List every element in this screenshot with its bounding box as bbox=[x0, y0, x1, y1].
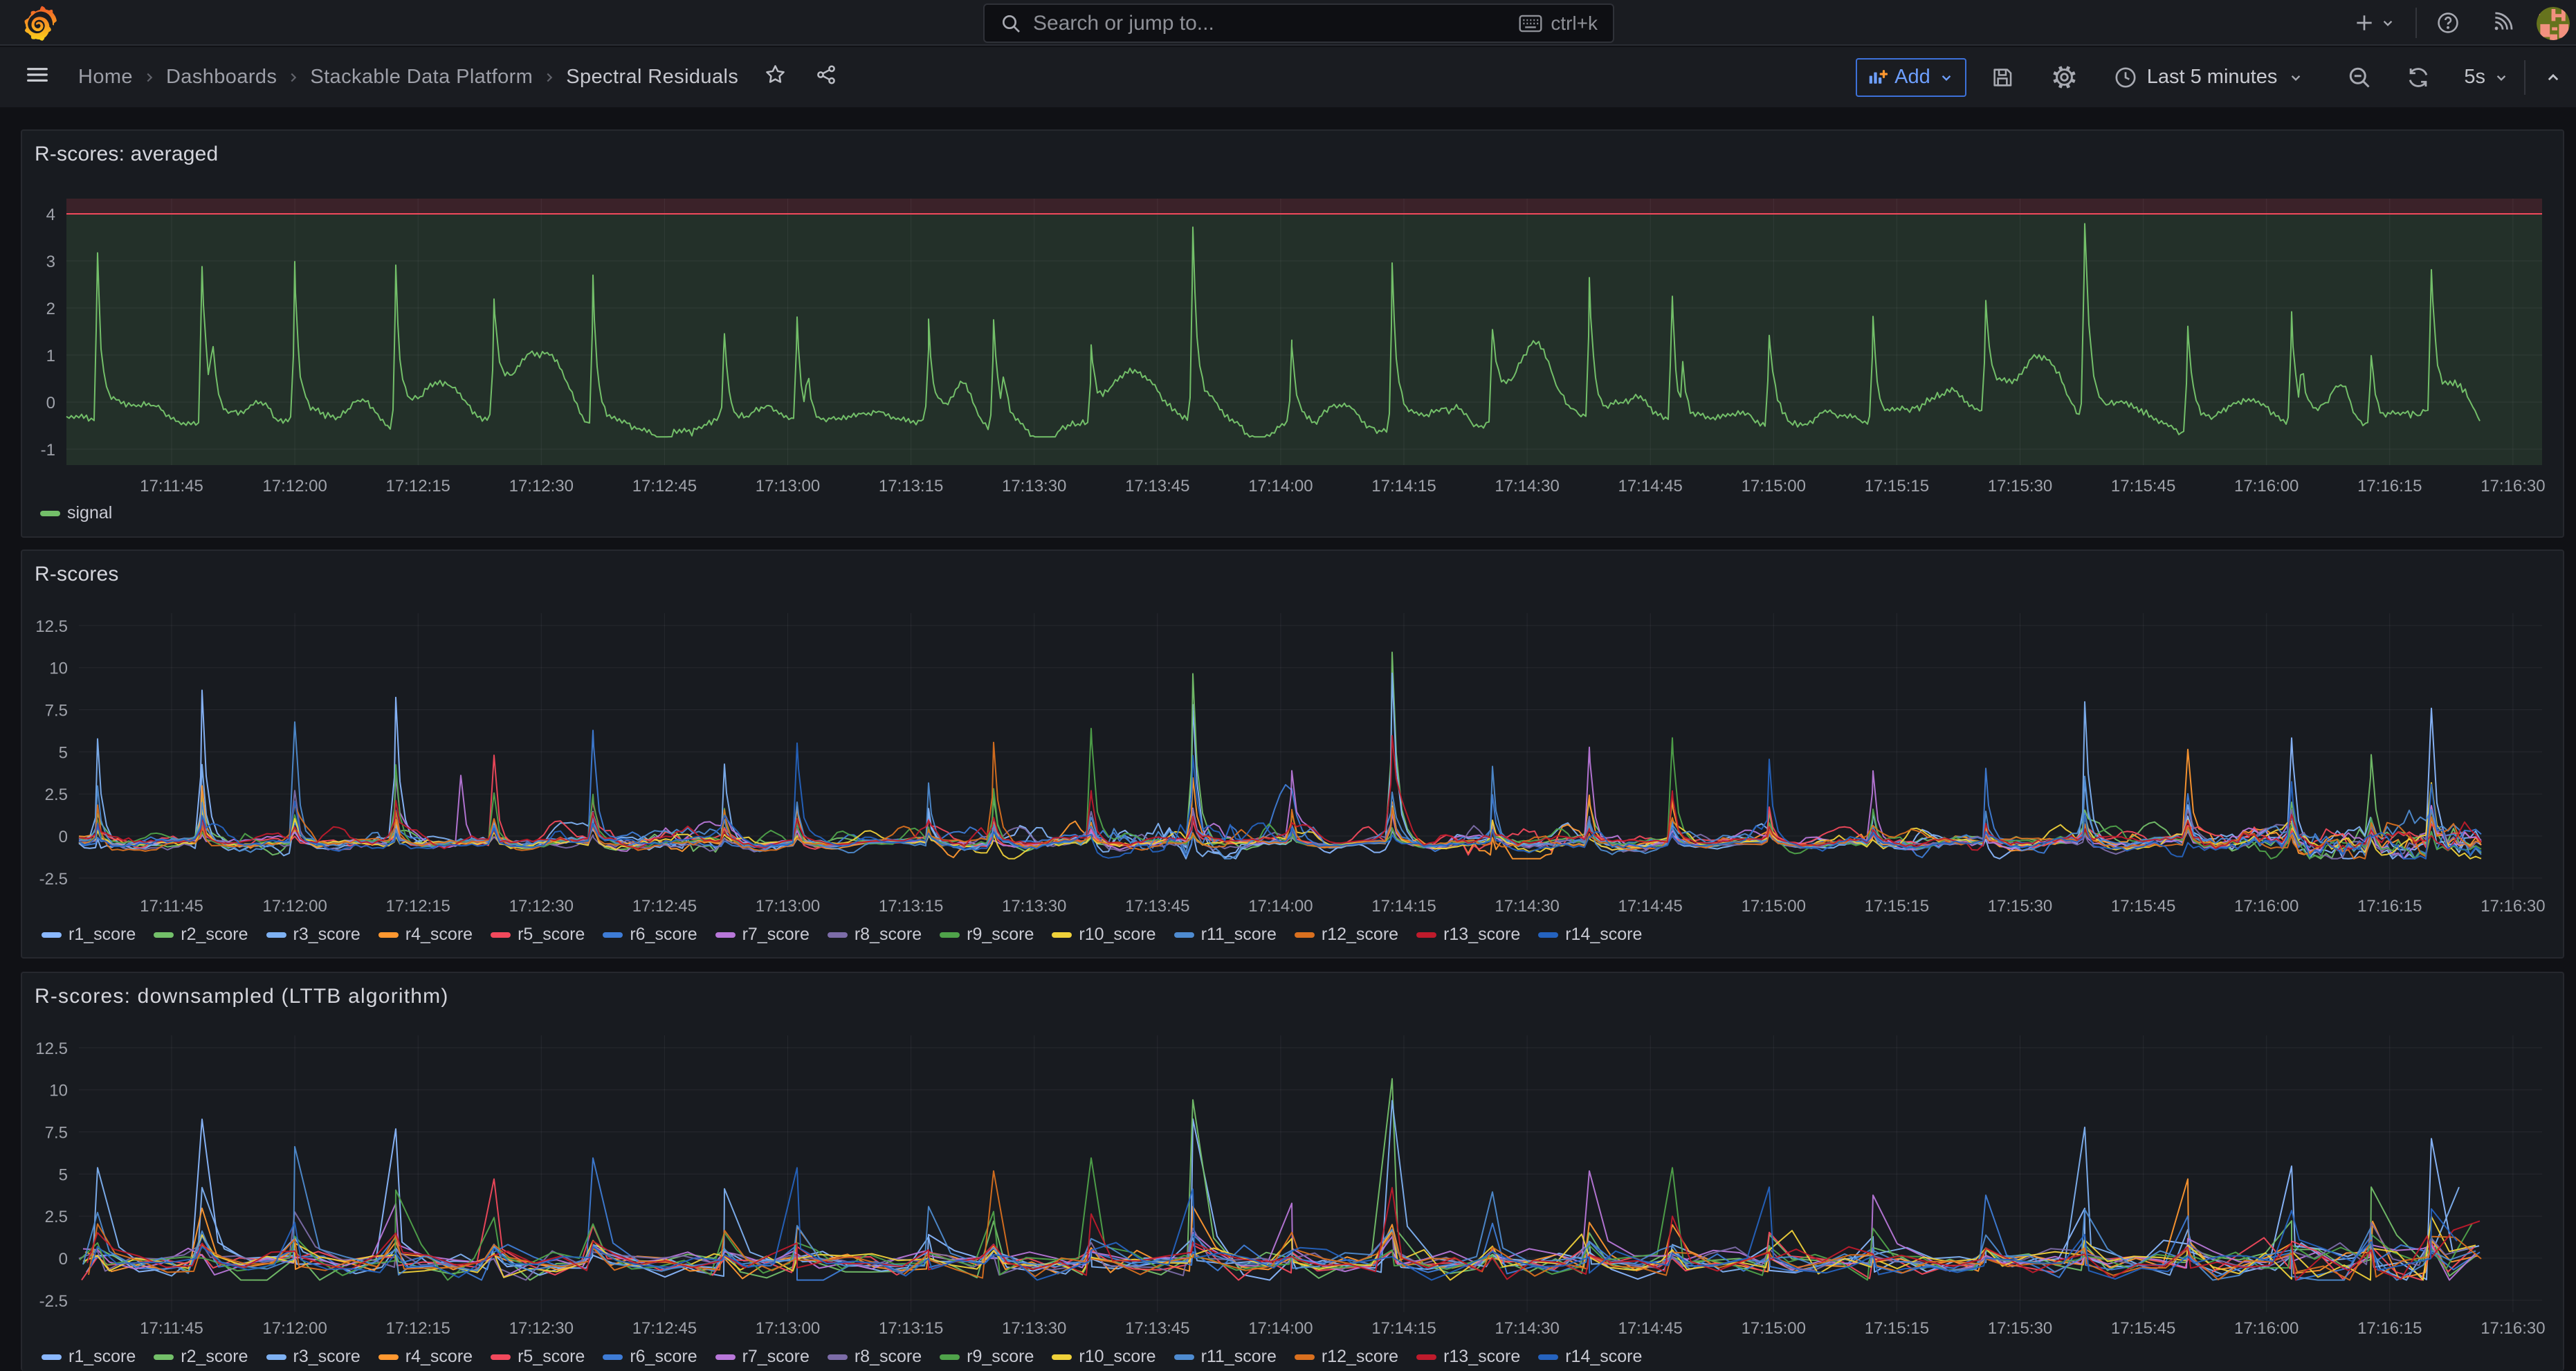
svg-text:17:13:30: 17:13:30 bbox=[1002, 897, 1066, 916]
svg-text:17:13:00: 17:13:00 bbox=[756, 477, 820, 496]
svg-text:-2.5: -2.5 bbox=[39, 1292, 68, 1311]
svg-text:17:16:30: 17:16:30 bbox=[2481, 897, 2545, 916]
svg-text:17:13:15: 17:13:15 bbox=[879, 1319, 943, 1338]
svg-text:17:14:30: 17:14:30 bbox=[1495, 477, 1559, 496]
svg-text:17:14:00: 17:14:00 bbox=[1248, 1319, 1313, 1338]
svg-text:7.5: 7.5 bbox=[45, 702, 68, 720]
svg-text:17:15:30: 17:15:30 bbox=[1988, 477, 2052, 496]
svg-text:17:16:30: 17:16:30 bbox=[2481, 477, 2545, 496]
svg-text:17:14:15: 17:14:15 bbox=[1371, 1319, 1436, 1338]
svg-text:17:12:15: 17:12:15 bbox=[385, 1319, 450, 1338]
svg-text:17:15:30: 17:15:30 bbox=[1988, 897, 2052, 916]
svg-text:17:12:00: 17:12:00 bbox=[262, 1319, 327, 1338]
svg-text:17:14:15: 17:14:15 bbox=[1371, 897, 1436, 916]
svg-text:17:15:15: 17:15:15 bbox=[1865, 1319, 1929, 1338]
svg-text:17:13:15: 17:13:15 bbox=[879, 897, 943, 916]
svg-text:17:15:15: 17:15:15 bbox=[1865, 477, 1929, 496]
svg-text:17:13:00: 17:13:00 bbox=[756, 1319, 820, 1338]
svg-text:17:14:45: 17:14:45 bbox=[1618, 897, 1682, 916]
svg-text:17:16:30: 17:16:30 bbox=[2481, 1319, 2545, 1338]
svg-text:3: 3 bbox=[46, 253, 55, 271]
svg-text:17:12:45: 17:12:45 bbox=[632, 897, 697, 916]
svg-text:4: 4 bbox=[46, 206, 55, 224]
svg-text:17:12:30: 17:12:30 bbox=[509, 897, 574, 916]
svg-text:12.5: 12.5 bbox=[35, 1039, 68, 1058]
svg-text:17:16:00: 17:16:00 bbox=[2234, 897, 2299, 916]
svg-text:17:15:30: 17:15:30 bbox=[1988, 1319, 2052, 1338]
svg-text:-1: -1 bbox=[41, 441, 55, 460]
svg-text:17:16:00: 17:16:00 bbox=[2234, 1319, 2299, 1338]
svg-text:17:14:15: 17:14:15 bbox=[1371, 477, 1436, 496]
svg-text:17:12:15: 17:12:15 bbox=[385, 897, 450, 916]
svg-text:17:12:15: 17:12:15 bbox=[385, 477, 450, 496]
svg-text:10: 10 bbox=[49, 660, 68, 678]
svg-text:2.5: 2.5 bbox=[45, 786, 68, 804]
svg-text:17:14:00: 17:14:00 bbox=[1248, 897, 1313, 916]
svg-text:17:12:30: 17:12:30 bbox=[509, 477, 574, 496]
svg-text:17:12:45: 17:12:45 bbox=[632, 1319, 697, 1338]
svg-text:2: 2 bbox=[46, 300, 55, 318]
svg-text:17:14:30: 17:14:30 bbox=[1495, 1319, 1559, 1338]
svg-text:17:15:45: 17:15:45 bbox=[2111, 1319, 2175, 1338]
svg-text:17:14:45: 17:14:45 bbox=[1618, 1319, 1682, 1338]
svg-text:17:15:45: 17:15:45 bbox=[2111, 897, 2175, 916]
svg-text:17:13:15: 17:13:15 bbox=[879, 477, 943, 496]
svg-text:10: 10 bbox=[49, 1082, 68, 1100]
svg-text:17:14:45: 17:14:45 bbox=[1618, 477, 1682, 496]
svg-text:17:11:45: 17:11:45 bbox=[140, 897, 203, 916]
svg-text:17:12:00: 17:12:00 bbox=[262, 477, 327, 496]
svg-text:17:13:30: 17:13:30 bbox=[1002, 477, 1066, 496]
svg-text:17:16:00: 17:16:00 bbox=[2234, 477, 2299, 496]
svg-text:17:13:45: 17:13:45 bbox=[1125, 1319, 1189, 1338]
svg-text:-2.5: -2.5 bbox=[39, 870, 68, 889]
svg-text:17:14:00: 17:14:00 bbox=[1248, 477, 1313, 496]
svg-text:17:16:15: 17:16:15 bbox=[2357, 1319, 2422, 1338]
svg-text:17:12:00: 17:12:00 bbox=[262, 897, 327, 916]
svg-text:17:12:30: 17:12:30 bbox=[509, 1319, 574, 1338]
svg-text:17:16:15: 17:16:15 bbox=[2357, 477, 2422, 496]
svg-text:17:15:00: 17:15:00 bbox=[1742, 1319, 1806, 1338]
svg-text:17:15:00: 17:15:00 bbox=[1742, 897, 1806, 916]
svg-text:1: 1 bbox=[46, 347, 55, 365]
svg-text:17:13:30: 17:13:30 bbox=[1002, 1319, 1066, 1338]
svg-text:17:14:30: 17:14:30 bbox=[1495, 897, 1559, 916]
svg-text:0: 0 bbox=[59, 1250, 68, 1269]
svg-text:17:11:45: 17:11:45 bbox=[140, 477, 203, 496]
svg-text:0: 0 bbox=[59, 828, 68, 846]
svg-text:12.5: 12.5 bbox=[35, 617, 68, 636]
svg-text:17:11:45: 17:11:45 bbox=[140, 1319, 203, 1338]
svg-text:17:16:15: 17:16:15 bbox=[2357, 897, 2422, 916]
svg-text:7.5: 7.5 bbox=[45, 1124, 68, 1143]
svg-text:0: 0 bbox=[46, 394, 55, 412]
svg-text:17:15:00: 17:15:00 bbox=[1742, 477, 1806, 496]
svg-text:17:13:45: 17:13:45 bbox=[1125, 897, 1189, 916]
svg-text:17:13:45: 17:13:45 bbox=[1125, 477, 1189, 496]
svg-text:17:15:15: 17:15:15 bbox=[1865, 897, 1929, 916]
svg-text:2.5: 2.5 bbox=[45, 1208, 68, 1226]
svg-text:5: 5 bbox=[59, 743, 68, 762]
svg-text:5: 5 bbox=[59, 1165, 68, 1184]
svg-text:17:12:45: 17:12:45 bbox=[632, 477, 697, 496]
svg-text:17:13:00: 17:13:00 bbox=[756, 897, 820, 916]
svg-text:17:15:45: 17:15:45 bbox=[2111, 477, 2175, 496]
